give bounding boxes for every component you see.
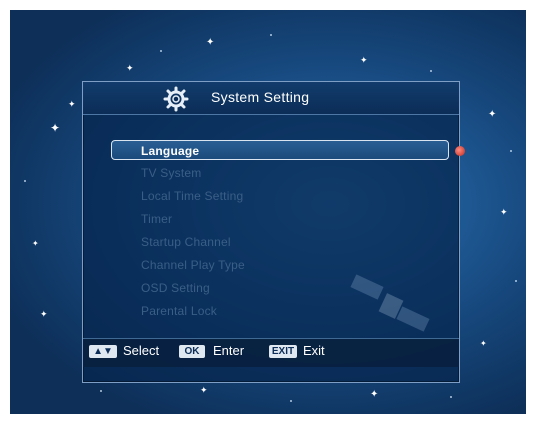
star-dot [430, 70, 432, 72]
star-icon: ✦ [50, 121, 61, 135]
star-icon: ✦ [126, 63, 134, 73]
star-icon: ✦ [488, 109, 497, 120]
tv-screen: ✦ ✦ ✦ ✦ ✦ ✦ ✦ ✦ ✦ ✦ ✦ ✦ System Setting L… [10, 10, 526, 414]
enter-hint-label: Enter [213, 343, 245, 358]
star-dot [290, 400, 292, 402]
exit-hint-label: Exit [303, 343, 325, 358]
star-icon: ✦ [500, 207, 508, 217]
star-icon: ✦ [40, 309, 48, 319]
star-dot [450, 396, 452, 398]
star-dot [515, 280, 517, 282]
star-dot [510, 150, 512, 152]
menu-item-timer[interactable]: Timer [141, 209, 172, 229]
menu-item-osd-setting[interactable]: OSD Setting [141, 278, 210, 298]
star-icon: ✦ [68, 99, 76, 109]
menu-item-channel-play-type[interactable]: Channel Play Type [141, 255, 245, 275]
red-dot-icon [455, 146, 465, 156]
ok-key-icon: OK [179, 345, 205, 358]
star-dot [100, 390, 102, 392]
key-hint-bar: ▲▼ Select OK Enter EXIT Exit [83, 338, 459, 367]
gear-icon [163, 86, 189, 112]
star-icon: ✦ [32, 239, 39, 248]
star-icon: ✦ [200, 385, 208, 395]
star-icon: ✦ [206, 37, 215, 48]
star-icon: ✦ [370, 389, 379, 400]
star-dot [160, 50, 162, 52]
menu-item-tv-system[interactable]: TV System [141, 163, 201, 183]
menu-item-local-time-setting[interactable]: Local Time Setting [141, 186, 243, 206]
star-dot [270, 34, 272, 36]
star-icon: ✦ [480, 339, 487, 348]
up-down-arrows-icon: ▲▼ [89, 345, 117, 358]
menu-item-parental-lock[interactable]: Parental Lock [141, 301, 217, 321]
star-icon: ✦ [360, 55, 368, 65]
menu-item-language[interactable]: Language [111, 140, 449, 160]
dialog-title: System Setting [211, 89, 310, 105]
select-hint-label: Select [123, 343, 160, 358]
dialog-header: System Setting [83, 82, 459, 115]
menu-item-startup-channel[interactable]: Startup Channel [141, 232, 231, 252]
system-setting-dialog: System Setting Language TV System Local … [82, 81, 465, 383]
satellite-watermark-icon [350, 274, 430, 332]
star-dot [24, 180, 26, 182]
exit-key-icon: EXIT [269, 345, 297, 358]
